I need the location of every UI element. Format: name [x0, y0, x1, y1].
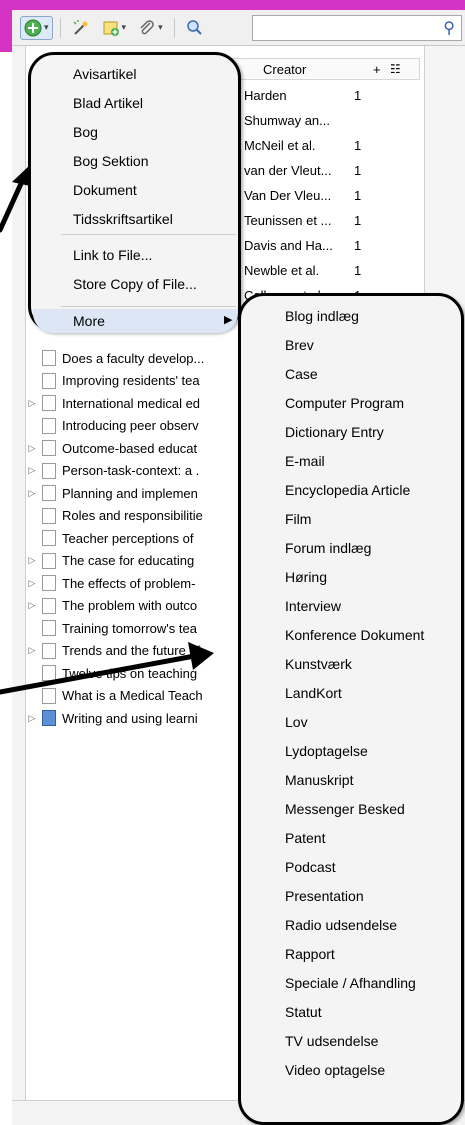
- annotation-arrows: [0, 165, 214, 695]
- arrow-to-primary-menu: [0, 165, 30, 233]
- app-window: ▾ ▾ ▾ ⚲ Creator + ☷ Harden 1 Shumway an...…: [0, 0, 465, 1125]
- arrow-to-more-menu: [0, 642, 214, 695]
